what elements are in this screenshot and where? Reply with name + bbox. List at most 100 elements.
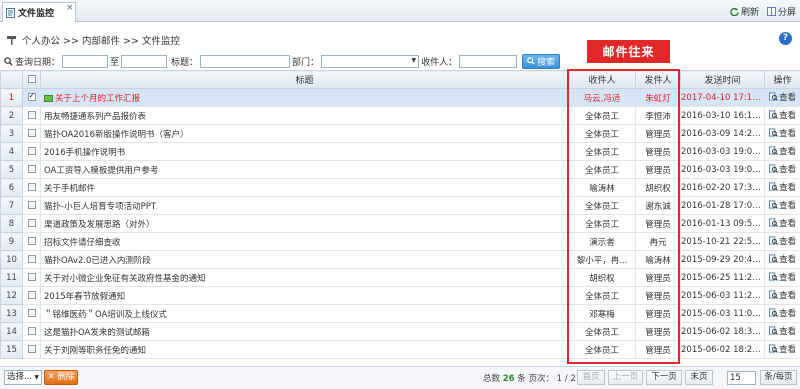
row-checkbox-cell[interactable] xyxy=(22,142,41,161)
title-input[interactable] xyxy=(200,54,291,68)
tab-file-monitor[interactable]: 文件监控 xyxy=(2,2,76,22)
delete-button[interactable]: ✕ 删除 xyxy=(44,370,78,385)
row-checkbox-cell[interactable] xyxy=(22,286,41,305)
row-checkbox[interactable] xyxy=(27,219,36,227)
refresh-button[interactable]: 刷新 xyxy=(730,5,759,18)
end-date-input[interactable] xyxy=(121,54,168,68)
row-checkbox[interactable] xyxy=(27,327,36,335)
row-title-text[interactable]: ＂铭维医药＂OA培训及上线仪式 xyxy=(44,310,167,320)
dept-select[interactable] xyxy=(321,54,420,68)
row-title-text[interactable]: OA工资导入模板提供用户参考 xyxy=(44,166,158,176)
row-checkbox[interactable] xyxy=(27,291,36,299)
header-time[interactable]: 发送时间 xyxy=(680,70,765,89)
row-title-text[interactable]: 2016手机操作说明书 xyxy=(44,148,125,158)
row-view-button[interactable]: 查看 xyxy=(764,322,800,341)
row-view-button[interactable]: 查看 xyxy=(764,160,800,179)
header-receiver[interactable]: 收件人 xyxy=(568,70,636,89)
row-checkbox-cell[interactable] xyxy=(22,268,41,287)
row-view-button[interactable]: 查看 xyxy=(764,232,800,251)
row-title[interactable]: 2015年春节放假通知 xyxy=(40,286,569,305)
row-title[interactable]: 这是猫扑OA发来的测试邮箱 xyxy=(40,322,569,341)
table-row[interactable]: 8 渠道政策及发展思路（对外） 全体员工 管理员 2016-01-13 09:54:33… xyxy=(0,214,800,233)
table-row[interactable]: 14 这是猫扑OA发来的测试邮箱 全体员工 管理员 2015-06-02 18:32:4… xyxy=(0,322,800,341)
row-checkbox[interactable] xyxy=(27,165,36,173)
row-title-text[interactable]: 渠道政策及发展思路（对外） xyxy=(44,220,155,230)
row-title[interactable]: 关于手机邮件 xyxy=(40,178,569,197)
row-checkbox[interactable] xyxy=(27,91,36,101)
row-title[interactable]: 关于上个月的工作汇报 xyxy=(40,88,569,107)
table-row[interactable]: 9 招标文件请仔细查收 演示者 冉元 2015-10-21 22:56:14 查看 xyxy=(0,232,800,251)
receiver-input[interactable] xyxy=(459,54,518,68)
last-page-button[interactable]: 末页 xyxy=(685,370,713,385)
select-all-checkbox[interactable] xyxy=(27,75,36,83)
per-page-button[interactable]: 条/每页 xyxy=(760,370,797,385)
row-checkbox[interactable] xyxy=(27,273,36,281)
start-date-input[interactable] xyxy=(62,54,109,68)
row-title-text[interactable]: 招标文件请仔细查收 xyxy=(44,238,121,248)
row-view-button[interactable]: 查看 xyxy=(764,178,800,197)
row-checkbox[interactable] xyxy=(27,201,36,209)
row-title[interactable]: 猫扑-小巨人培育专项活动PPT xyxy=(40,196,569,215)
row-title[interactable]: 猫扑OAv2.0已进入内测阶段 xyxy=(40,250,569,269)
close-tab-icon[interactable]: × xyxy=(66,3,74,13)
row-title-text[interactable]: 关于对小微企业免征有关政府性基金的通知 xyxy=(44,274,206,284)
row-checkbox-cell[interactable] xyxy=(22,124,41,143)
table-row[interactable]: 11 关于对小微企业免征有关政府性基金的通知 胡织权 管理员 2015-06-25 11… xyxy=(0,268,800,287)
row-view-button[interactable]: 查看 xyxy=(764,286,800,305)
header-title[interactable]: 标题 xyxy=(40,70,569,89)
help-icon[interactable]: ? xyxy=(779,32,792,45)
row-checkbox-cell[interactable] xyxy=(22,178,41,197)
table-row[interactable]: 12 2015年春节放假通知 全体员工 管理员 2015-06-03 11:21:28 查… xyxy=(0,286,800,305)
row-checkbox[interactable] xyxy=(27,237,36,245)
row-checkbox-cell[interactable] xyxy=(22,160,41,179)
row-title[interactable]: 关于对小微企业免征有关政府性基金的通知 xyxy=(40,268,569,287)
table-row[interactable]: 13 ＂铭维医药＂OA培训及上线仪式 邓寒梅 管理员 2015-06-03 11:09:… xyxy=(0,304,800,323)
row-view-button[interactable]: 查看 xyxy=(764,196,800,215)
row-checkbox[interactable] xyxy=(27,183,36,191)
row-view-button[interactable]: 查看 xyxy=(764,142,800,161)
row-checkbox[interactable] xyxy=(27,309,36,317)
row-title-text[interactable]: 关于刘刚等职务任免的通知 xyxy=(44,346,146,356)
table-row[interactable]: 6 关于手机邮件 喻涛林 胡织权 2016-02-20 17:36:03 查看 xyxy=(0,178,800,197)
row-view-button[interactable]: 查看 xyxy=(764,268,800,287)
row-checkbox[interactable] xyxy=(27,147,36,155)
row-title-text[interactable]: 用友畅捷通系列产品报价表 xyxy=(44,112,146,122)
first-page-button[interactable]: 首页 xyxy=(577,370,605,385)
table-row[interactable]: 3 猫扑OA2016新版操作说明书（客户） 全体员工 管理员 2016-03-09 14… xyxy=(0,124,800,143)
row-title[interactable]: ＂铭维医药＂OA培训及上线仪式 xyxy=(40,304,569,323)
row-title[interactable]: OA工资导入模板提供用户参考 xyxy=(40,160,569,179)
row-view-button[interactable]: 查看 xyxy=(764,106,800,125)
search-button[interactable]: 搜索 xyxy=(522,53,561,69)
table-row[interactable]: 1 关于上个月的工作汇报 马云,冯适朱虹灯2017-04-10 17:11:12 查看 xyxy=(0,88,800,107)
row-title-text[interactable]: 猫扑OAv2.0已进入内测阶段 xyxy=(44,256,151,266)
row-title[interactable]: 渠道政策及发展思路（对外） xyxy=(40,214,569,233)
row-checkbox-cell[interactable] xyxy=(22,214,41,233)
table-row[interactable]: 7 猫扑-小巨人培育专项活动PPT 全体员工 谢东诚 2016-01-28 17:07:… xyxy=(0,196,800,215)
header-checkbox[interactable] xyxy=(22,70,41,89)
table-row[interactable]: 2 用友畅捷通系列产品报价表 全体员工 李恒沛 2016-03-10 16:14:46 查… xyxy=(0,106,800,125)
page-size-input[interactable]: 15 xyxy=(727,371,756,385)
next-page-button[interactable]: 下一页 xyxy=(646,370,682,385)
table-row[interactable]: 10 猫扑OAv2.0已进入内测阶段 黎小平，冉... 喻涛林 2015-09-29 2… xyxy=(0,250,800,269)
row-title-text[interactable]: 这是猫扑OA发来的测试邮箱 xyxy=(44,328,150,338)
row-checkbox[interactable] xyxy=(27,255,36,263)
row-checkbox-cell[interactable] xyxy=(22,196,41,215)
table-row[interactable]: 15 关于刘刚等职务任免的通知 全体员工 管理员 2015-06-02 18:28:19… xyxy=(0,340,800,359)
split-screen-button[interactable]: 分屏 xyxy=(766,5,796,18)
row-view-button[interactable]: 查看 xyxy=(764,250,800,269)
row-checkbox-cell[interactable] xyxy=(22,304,41,323)
row-view-button[interactable]: 查看 xyxy=(764,88,800,107)
row-title[interactable]: 招标文件请仔细查收 xyxy=(40,232,569,251)
row-title[interactable]: 关于刘刚等职务任免的通知 xyxy=(40,340,569,359)
row-title[interactable]: 2016手机操作说明书 xyxy=(40,142,569,161)
bulk-select[interactable]: 选择... xyxy=(4,370,42,385)
row-view-button[interactable]: 查看 xyxy=(764,340,800,359)
table-row[interactable]: 5 OA工资导入模板提供用户参考 全体员工 管理员 2016-03-03 19:01:4… xyxy=(0,160,800,179)
header-sender[interactable]: 发件人 xyxy=(635,70,681,89)
row-title-text[interactable]: 关于上个月的工作汇报 xyxy=(55,94,140,104)
prev-page-button[interactable]: 上一页 xyxy=(608,370,643,385)
row-checkbox-cell[interactable] xyxy=(22,88,41,107)
row-title-text[interactable]: 关于手机邮件 xyxy=(44,184,95,194)
row-view-button[interactable]: 查看 xyxy=(764,124,800,143)
row-checkbox-cell[interactable] xyxy=(22,232,41,251)
